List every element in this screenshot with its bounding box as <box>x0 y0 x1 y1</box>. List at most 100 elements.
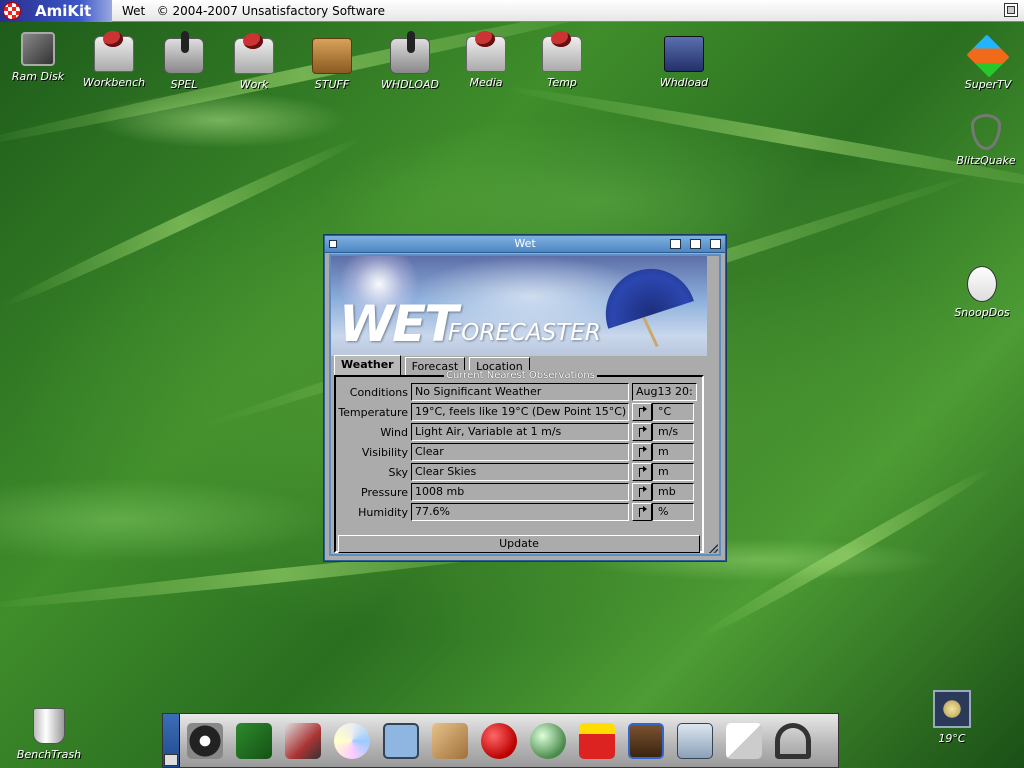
notes-paper-icon <box>726 722 762 759</box>
screen-depth-icon[interactable] <box>1004 3 1018 17</box>
row-label: Temperature <box>338 405 408 419</box>
window-frame: WET FORECASTER Weather Forecast Location… <box>329 254 721 556</box>
sky-field: Clear Skies <box>411 463 629 481</box>
desktop-icon-label: Media <box>469 76 503 89</box>
dock-item[interactable] <box>475 717 523 765</box>
unit-cycle-icon[interactable] <box>632 423 652 441</box>
dock-item[interactable] <box>377 717 425 765</box>
desktop-icon-snoopdos[interactable]: SnoopDos <box>944 266 1020 319</box>
dock-item[interactable] <box>328 717 376 765</box>
row-label: Humidity <box>358 505 408 519</box>
dock-item[interactable] <box>573 717 621 765</box>
unit-cycle-icon[interactable] <box>632 463 652 481</box>
row-label: Pressure <box>361 485 408 499</box>
unit-cycle-icon[interactable] <box>632 503 652 521</box>
desktop-icon-temp[interactable]: Temp <box>524 31 600 89</box>
humidity-field: 77.6% <box>411 503 629 521</box>
iconify-icon[interactable] <box>670 239 681 249</box>
desktop-icon-label: WHDLOAD <box>380 78 440 91</box>
zoom-icon[interactable] <box>690 239 701 249</box>
trash-icon <box>33 708 65 744</box>
grass-decoration <box>498 80 1024 199</box>
unit-cycle-icon[interactable] <box>632 483 652 501</box>
sky-unit: m <box>652 463 694 481</box>
desktop-icon-whdload-app[interactable]: Whdload <box>646 36 722 89</box>
unit-cycle-icon[interactable] <box>632 403 652 421</box>
pressure-unit: mb <box>652 483 694 501</box>
wet-window: Wet WET FORECASTER Weather Forecast Loca… <box>324 235 726 561</box>
dock-item[interactable] <box>181 717 229 765</box>
pressure-field: 1008 mb <box>411 483 629 501</box>
dock-item[interactable] <box>622 717 670 765</box>
dock-item[interactable] <box>279 717 327 765</box>
visibility-field: Clear <box>411 443 629 461</box>
desktop-icon-blitzquake[interactable]: BlitzQuake <box>948 114 1024 167</box>
notebook-pencil-icon <box>236 722 272 759</box>
resize-icon[interactable] <box>709 544 718 553</box>
visibility-unit: m <box>652 443 694 461</box>
desktop-icon-spel[interactable]: SPEL <box>146 31 222 91</box>
window-titlebar[interactable]: Wet <box>325 236 725 253</box>
dock-handle[interactable] <box>163 714 180 767</box>
screen-title-bar: AmiKit Wet © 2004-2007 Unsatisfactory So… <box>0 0 1024 22</box>
dock-item[interactable] <box>524 717 572 765</box>
dock-item[interactable] <box>720 717 768 765</box>
banner-brand-big: WET <box>339 295 458 353</box>
window-body: WET FORECASTER Weather Forecast Location… <box>331 256 719 554</box>
row-label: Sky <box>388 465 408 479</box>
gamepad-icon <box>664 36 704 72</box>
desktop-icon-label: STUFF <box>314 78 350 91</box>
dog-icon <box>967 266 997 302</box>
ib-sphere-icon <box>530 722 566 759</box>
joystick-icon <box>390 31 430 74</box>
banner-brand-small: FORECASTER <box>448 320 601 346</box>
unit-cycle-icon[interactable] <box>632 443 652 461</box>
close-icon[interactable] <box>329 240 337 248</box>
desktop-icon-label: SnoopDos <box>954 306 1010 319</box>
desktop-icon-benchtrash[interactable]: BenchTrash <box>11 708 87 761</box>
moon-weather-icon[interactable] <box>933 690 971 728</box>
chevron-down-icon[interactable] <box>164 754 178 766</box>
umbrella-handle <box>642 316 659 348</box>
logo-text: AmiKit <box>35 1 92 20</box>
headphones-icon <box>775 722 811 759</box>
desktop-icon-ram-disk[interactable]: Ram Disk <box>0 32 76 83</box>
mask-window-icon <box>677 722 713 759</box>
desktop-icon-label: Whdload <box>659 76 709 89</box>
visibility-row: Visibility Clear m <box>336 443 694 461</box>
desktop-icon-label: Work <box>239 78 269 91</box>
shell-terminal-icon <box>383 722 419 759</box>
group-title: Current Nearest Observations <box>444 370 597 381</box>
desktop-icon-work[interactable]: Work <box>216 33 292 91</box>
film-reel-icon <box>187 722 223 759</box>
amikit-logo[interactable]: AmiKit <box>0 0 112 22</box>
update-button[interactable]: Update <box>338 535 700 553</box>
grass-decoration <box>0 131 366 314</box>
wind-row: Wind Light Air, Variable at 1 m/s m/s <box>336 423 694 441</box>
dock-item[interactable] <box>230 717 278 765</box>
dock-item[interactable] <box>671 717 719 765</box>
joystick-icon <box>164 31 204 74</box>
desktop-icon-label: Ram Disk <box>11 70 65 83</box>
cubes-icon <box>966 34 1010 78</box>
desktop-icon-whdload[interactable]: WHDLOAD <box>372 31 448 91</box>
depth-icon[interactable] <box>710 239 721 249</box>
harddisk-icon <box>94 31 134 72</box>
boing-ball-icon <box>3 1 21 20</box>
cd-disc-icon <box>334 722 370 759</box>
dock-item[interactable] <box>426 717 474 765</box>
conditions-row: Conditions No Significant Weather Aug13 … <box>336 383 697 401</box>
humidity-row: Humidity 77.6% % <box>336 503 694 521</box>
sky-row: Sky Clear Skies m <box>336 463 694 481</box>
screen-title: Wet © 2004-2007 Unsatisfactory Software <box>122 3 385 18</box>
temperature-field: 19°C, feels like 19°C (Dew Point 15°C) <box>411 403 629 421</box>
desktop-icon-stuff[interactable]: STUFF <box>294 38 370 91</box>
chewbacca-icon <box>628 722 664 759</box>
observations-group: Current Nearest Observations Conditions … <box>334 370 704 553</box>
desktop-icon-supertv[interactable]: SuperTV <box>950 34 1024 91</box>
dock-item[interactable] <box>769 717 817 765</box>
desktop-icon-workbench[interactable]: Workbench <box>76 31 152 89</box>
wind-unit: m/s <box>652 423 694 441</box>
desktop-icon-media[interactable]: Media <box>448 31 524 89</box>
tab-weather[interactable]: Weather <box>334 355 401 375</box>
